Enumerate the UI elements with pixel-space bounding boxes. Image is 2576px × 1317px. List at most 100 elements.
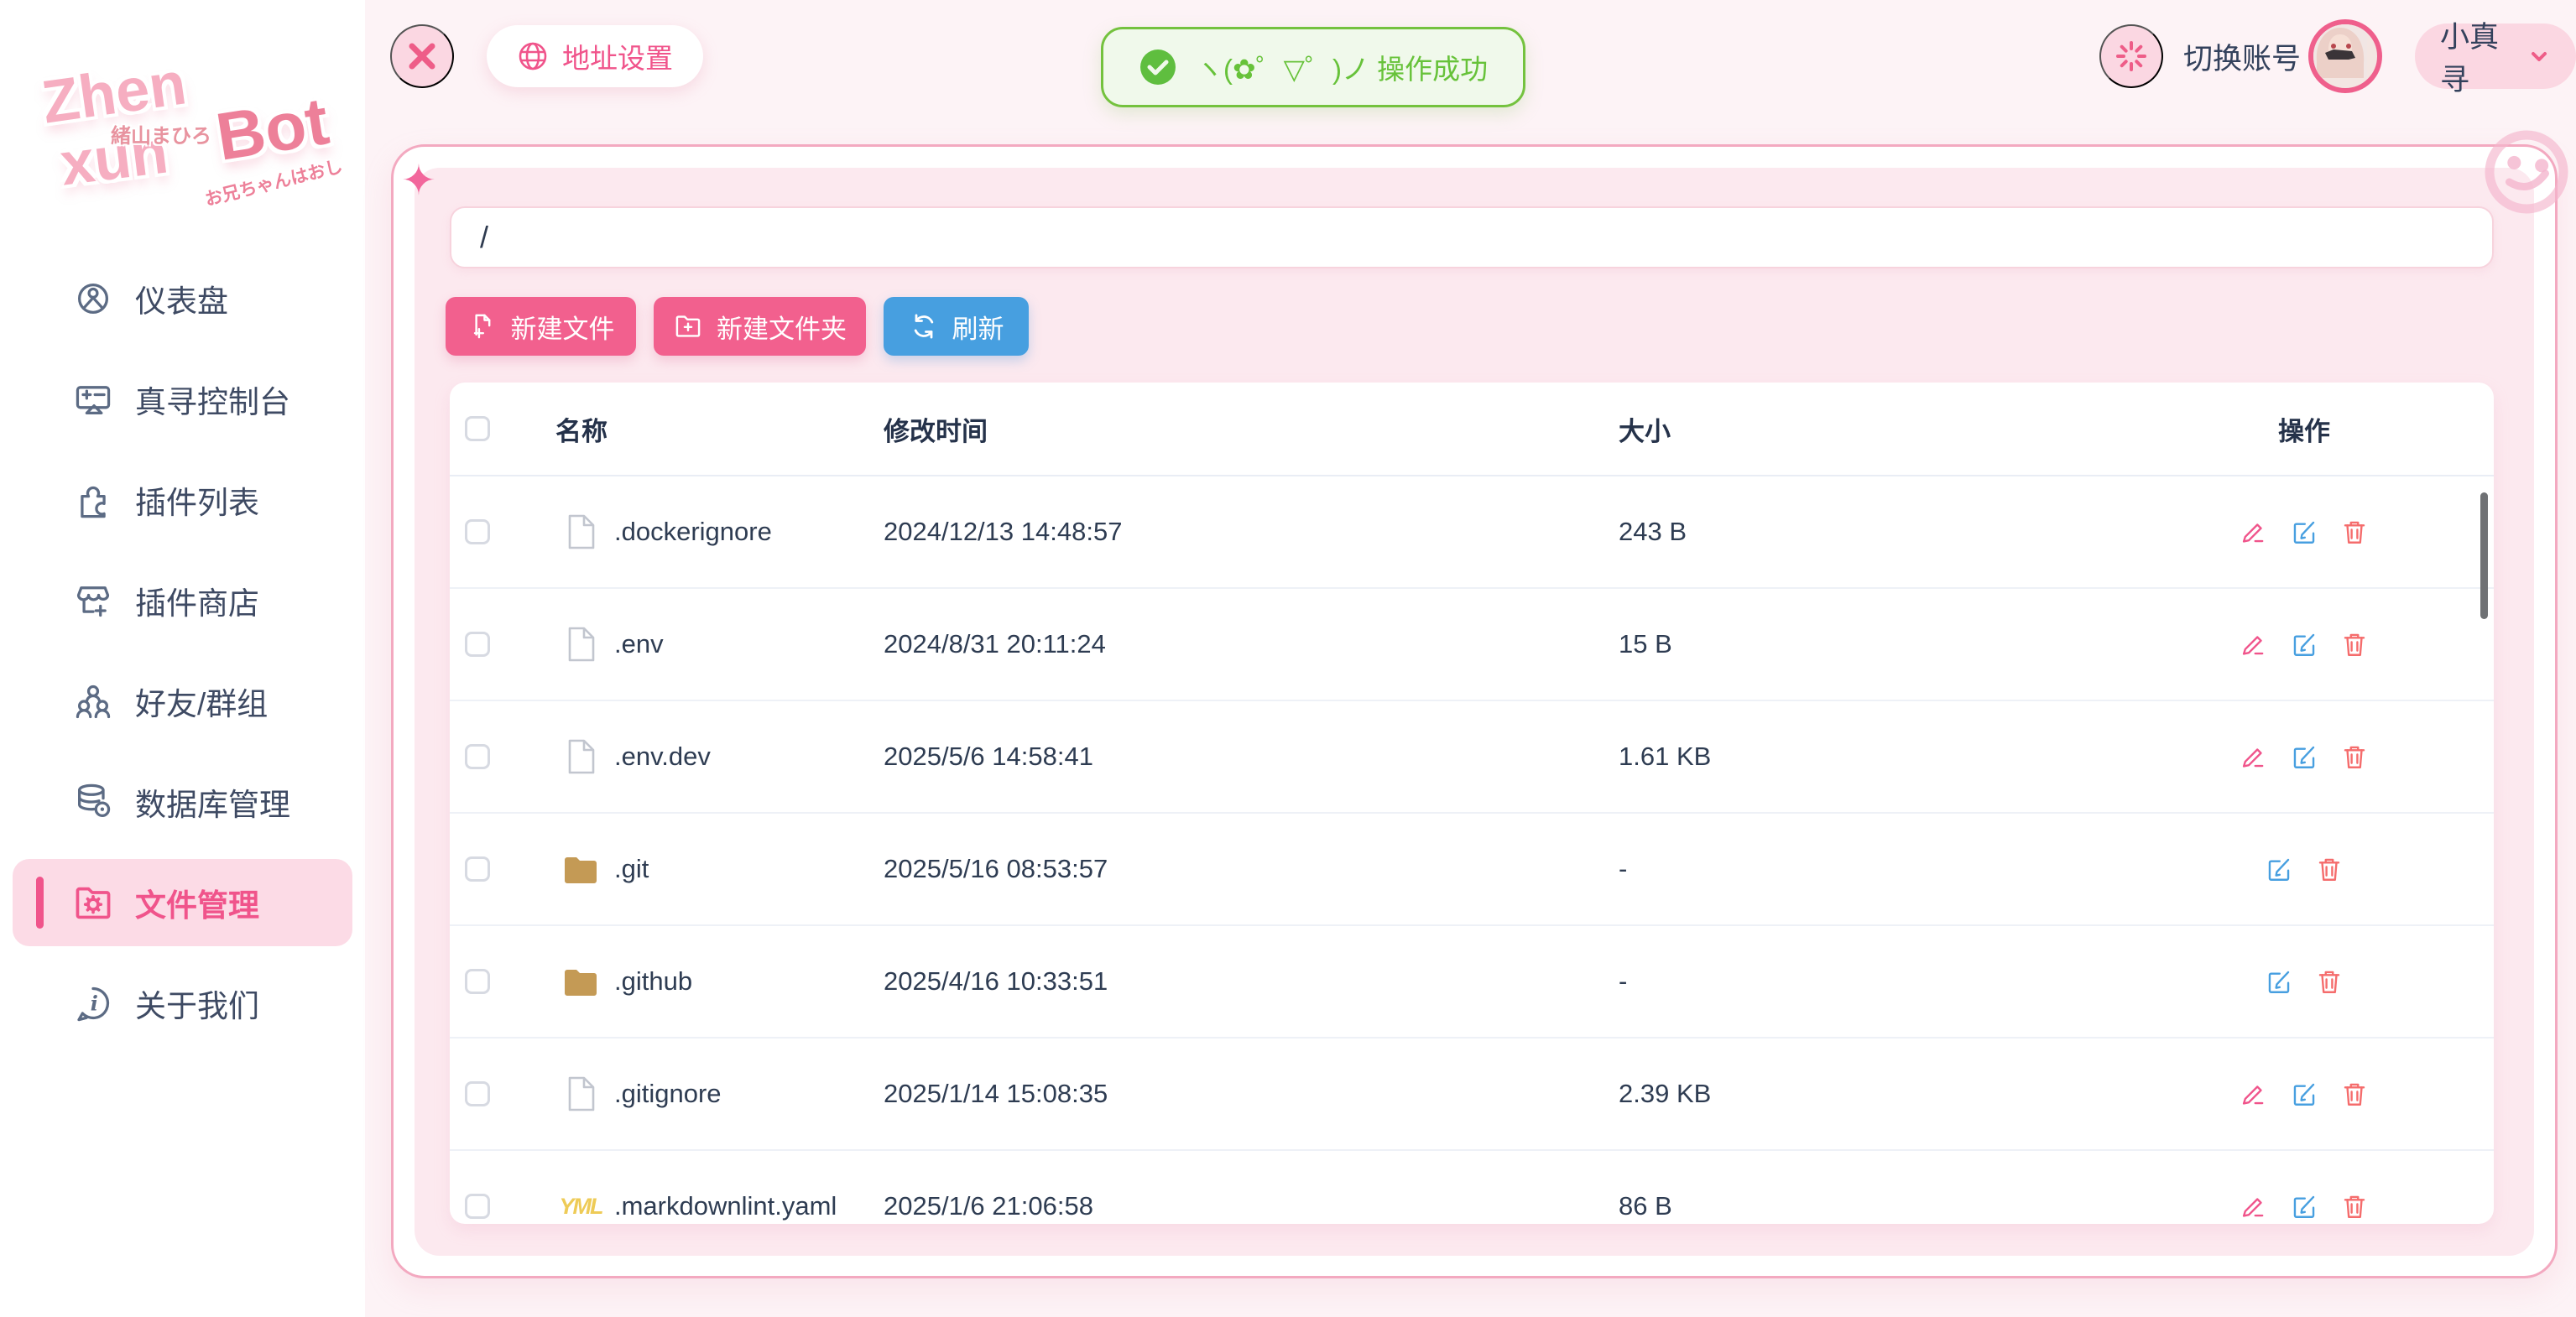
delete-button[interactable] — [2340, 518, 2369, 546]
delete-button[interactable] — [2340, 1080, 2369, 1108]
folder-icon — [562, 852, 599, 886]
modified-time: 2025/1/6 21:06:58 — [884, 1151, 1303, 1224]
user-avatar[interactable] — [2308, 19, 2382, 93]
close-button[interactable] — [390, 24, 454, 88]
row-checkbox[interactable] — [465, 744, 490, 769]
edit-square-icon — [2290, 518, 2318, 546]
address-settings-label: 地址设置 — [562, 36, 673, 76]
sidebar-item-plugin-list[interactable]: 插件列表 — [13, 456, 352, 544]
rename-button[interactable] — [2240, 518, 2268, 546]
select-all-checkbox[interactable] — [465, 416, 490, 441]
table-row: YML .gitignore 2025/1/14 15:08:35 2.39 K… — [450, 1039, 2494, 1151]
account-name: 小真寻 — [2440, 13, 2512, 99]
switch-account-button[interactable]: 切换账号 — [2183, 0, 2301, 112]
row-checkbox[interactable] — [465, 1194, 490, 1219]
sidebar-item-file-manager[interactable]: 文件管理 — [13, 859, 352, 946]
column-header-modified: 修改时间 — [884, 383, 1303, 475]
file-name: .env — [614, 589, 866, 700]
trash-icon — [2340, 518, 2369, 546]
sidebar-item-about[interactable]: i 关于我们 — [13, 960, 352, 1047]
edit-square-icon — [2290, 1080, 2318, 1108]
sidebar-item-plugin-store[interactable]: 插件商店 — [13, 557, 352, 644]
globe-icon — [517, 40, 549, 72]
edit-button[interactable] — [2290, 518, 2318, 546]
rename-button[interactable] — [2240, 742, 2268, 771]
table-body: YML .dockerignore 2024/12/13 14:48:57 24… — [450, 476, 2494, 1224]
edit-button[interactable] — [2290, 1192, 2318, 1221]
address-settings-button[interactable]: 地址设置 — [487, 25, 703, 87]
success-toast: ヽ(✿゜▽゜)ノ 操作成功 — [1101, 27, 1525, 107]
edit-button[interactable] — [2265, 967, 2293, 996]
file-size: 243 B — [1619, 476, 1870, 587]
delete-button[interactable] — [2315, 967, 2344, 996]
row-checkbox[interactable] — [465, 632, 490, 657]
svg-text:i: i — [91, 992, 98, 1016]
row-checkbox[interactable] — [465, 1081, 490, 1106]
file-size: 1.61 KB — [1619, 701, 1870, 812]
folder-icon — [562, 965, 599, 998]
delete-button[interactable] — [2340, 1192, 2369, 1221]
file-name: .markdownlint.yaml — [614, 1151, 866, 1224]
rename-button[interactable] — [2240, 1192, 2268, 1221]
pencil-icon — [2240, 742, 2268, 771]
pencil-icon — [2240, 630, 2268, 658]
edit-button[interactable] — [2290, 742, 2318, 771]
edit-square-icon — [2290, 1192, 2318, 1221]
row-checkbox[interactable] — [465, 856, 490, 882]
file-size: - — [1619, 814, 1870, 924]
avatar-image — [2313, 24, 2367, 78]
sparkle-button[interactable] — [2099, 24, 2163, 88]
folder-plus-icon — [673, 311, 703, 341]
path-input[interactable] — [450, 206, 2494, 268]
close-icon — [405, 39, 439, 73]
sidebar-item-database[interactable]: 数据库管理 — [13, 758, 352, 846]
new-file-button[interactable]: 新建文件 — [446, 297, 636, 356]
zhenxun-bot-logo: Zhen xun Bot 緒山まひろ お兄ちゃんはおし — [17, 25, 352, 218]
file-name: .dockerignore — [614, 476, 866, 587]
delete-button[interactable] — [2315, 855, 2344, 883]
file-size: 86 B — [1619, 1151, 1870, 1224]
row-checkbox[interactable] — [465, 519, 490, 544]
new-folder-button[interactable]: 新建文件夹 — [654, 297, 866, 356]
file-size: - — [1619, 926, 1870, 1037]
sidebar-item-console[interactable]: 真寻控制台 — [13, 356, 352, 443]
sidebar-item-label: 仪表盘 — [135, 276, 228, 321]
toast-message: ヽ(✿゜▽゜)ノ 操作成功 — [1196, 47, 1488, 87]
rename-button[interactable] — [2240, 630, 2268, 658]
sidebar-item-label: 关于我们 — [135, 981, 259, 1026]
refresh-button[interactable]: 刷新 — [884, 297, 1029, 356]
edit-square-icon — [2290, 742, 2318, 771]
modified-time: 2024/12/13 14:48:57 — [884, 476, 1303, 587]
table-row: YML .env.dev 2025/5/6 14:58:41 1.61 KB — [450, 701, 2494, 814]
rename-button[interactable] — [2240, 1080, 2268, 1108]
logo-caption-1: 緒山まひろ — [111, 119, 211, 148]
yaml-icon: YML — [560, 1194, 602, 1220]
sidebar-menu: 仪表盘 真寻控制台 插件列表 — [13, 255, 352, 1060]
edit-button[interactable] — [2290, 1080, 2318, 1108]
sidebar-item-label: 真寻控制台 — [135, 377, 290, 422]
edit-button[interactable] — [2265, 855, 2293, 883]
sidebar-item-dashboard[interactable]: 仪表盘 — [13, 255, 352, 342]
delete-button[interactable] — [2340, 742, 2369, 771]
table-row: YML .dockerignore 2024/12/13 14:48:57 24… — [450, 476, 2494, 589]
file-icon — [565, 625, 597, 664]
edit-square-icon — [2265, 967, 2293, 996]
table-row: YML .git 2025/5/16 08:53:57 - — [450, 814, 2494, 926]
table-scrollbar-thumb[interactable] — [2480, 492, 2488, 619]
sidebar-item-friends-groups[interactable]: 好友/群组 — [13, 658, 352, 745]
file-table: 名称 修改时间 大小 操作 YML .dockerignore 2024/12/… — [450, 383, 2494, 1224]
new-file-label: 新建文件 — [511, 308, 615, 346]
delete-button[interactable] — [2340, 630, 2369, 658]
chevron-down-icon — [2527, 44, 2551, 68]
row-checkbox[interactable] — [465, 969, 490, 994]
edit-button[interactable] — [2290, 630, 2318, 658]
file-icon — [565, 1075, 597, 1113]
file-icon — [565, 513, 597, 551]
table-row: YML .env 2024/8/31 20:11:24 15 B — [450, 589, 2494, 701]
people-icon — [73, 681, 113, 721]
trash-icon — [2340, 1192, 2369, 1221]
success-check-icon — [1139, 48, 1177, 86]
trash-icon — [2340, 630, 2369, 658]
account-dropdown[interactable]: 小真寻 — [2415, 23, 2576, 89]
refresh-icon — [909, 311, 939, 341]
